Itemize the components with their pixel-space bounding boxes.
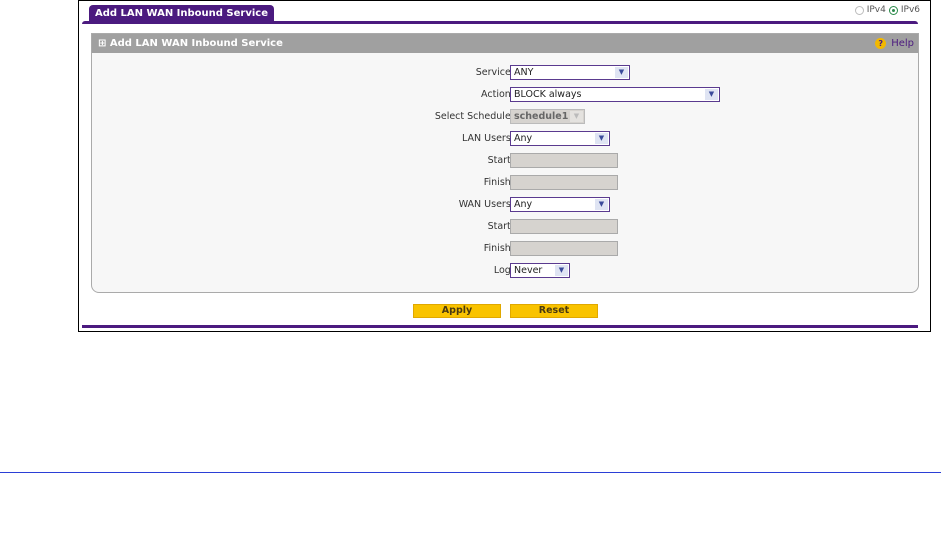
chevron-down-icon: ▼ [705,89,718,100]
ipv4-label: IPv4 [866,5,886,15]
lan-finish-input[interactable] [510,175,618,190]
lan-finish-row: Finish: [92,175,918,191]
form-panel: ⊞ Add LAN WAN Inbound Service ? Help Serv… [91,33,919,293]
help-link[interactable]: ? Help [875,34,914,53]
lan-users-value: Any [514,133,533,144]
wan-start-row: Start: [92,219,918,235]
lan-start-row: Start: [92,153,918,169]
help-label: Help [891,38,914,49]
log-row: Log: Never ▼ [92,263,918,279]
lan-users-label: LAN Users: [462,133,514,144]
help-icon: ? [875,38,887,49]
window-frame: Add LAN WAN Inbound Service IPv4 IPv6 ⊞ … [78,0,931,332]
log-select[interactable]: Never ▼ [510,263,570,278]
chevron-down-icon: ▼ [555,265,568,276]
lan-start-input[interactable] [510,153,618,168]
service-value: ANY [514,67,534,78]
wan-finish-row: Finish: [92,241,918,257]
action-select[interactable]: BLOCK always ▼ [510,87,720,102]
schedule-value: schedule1 [514,111,569,122]
panel-title: Add LAN WAN Inbound Service [109,38,283,49]
wan-users-value: Any [514,199,533,210]
action-value: BLOCK always [514,89,582,100]
grid-icon: ⊞ [98,38,110,49]
apply-button[interactable]: Apply [413,304,501,318]
wan-users-select[interactable]: Any ▼ [510,197,610,212]
reset-button[interactable]: Reset [510,304,598,318]
ipv6-radio[interactable] [888,5,898,15]
schedule-label: Select Schedule: [434,111,514,122]
log-value: Never [514,265,543,276]
wan-users-row: WAN Users: Any ▼ [92,197,918,213]
service-label: Service: [475,67,514,78]
wan-users-label: WAN Users: [458,199,514,210]
ipv4-radio[interactable] [854,5,864,15]
wan-finish-input[interactable] [510,241,618,256]
ipv6-label: IPv6 [900,5,920,15]
page-divider [0,472,941,473]
wan-start-input[interactable] [510,219,618,234]
chevron-down-icon: ▼ [615,67,628,78]
panel-header: ⊞ Add LAN WAN Inbound Service ? Help [92,34,918,53]
chevron-down-icon: ▼ [595,199,608,210]
divider [82,325,918,328]
service-row: Service: ANY ▼ [92,65,918,81]
chevron-down-icon: ▼ [595,133,608,144]
tab-add-lan-wan-inbound-service[interactable]: Add LAN WAN Inbound Service [89,5,274,22]
ip-version-selector: IPv4 IPv6 [854,5,920,15]
chevron-down-icon: ▼ [570,111,583,122]
schedule-select[interactable]: schedule1 ▼ [510,109,585,124]
action-row: Action: BLOCK always ▼ [92,87,918,103]
lan-users-select[interactable]: Any ▼ [510,131,610,146]
service-select[interactable]: ANY ▼ [510,65,630,80]
lan-users-row: LAN Users: Any ▼ [92,131,918,147]
schedule-row: Select Schedule: schedule1 ▼ [92,109,918,125]
